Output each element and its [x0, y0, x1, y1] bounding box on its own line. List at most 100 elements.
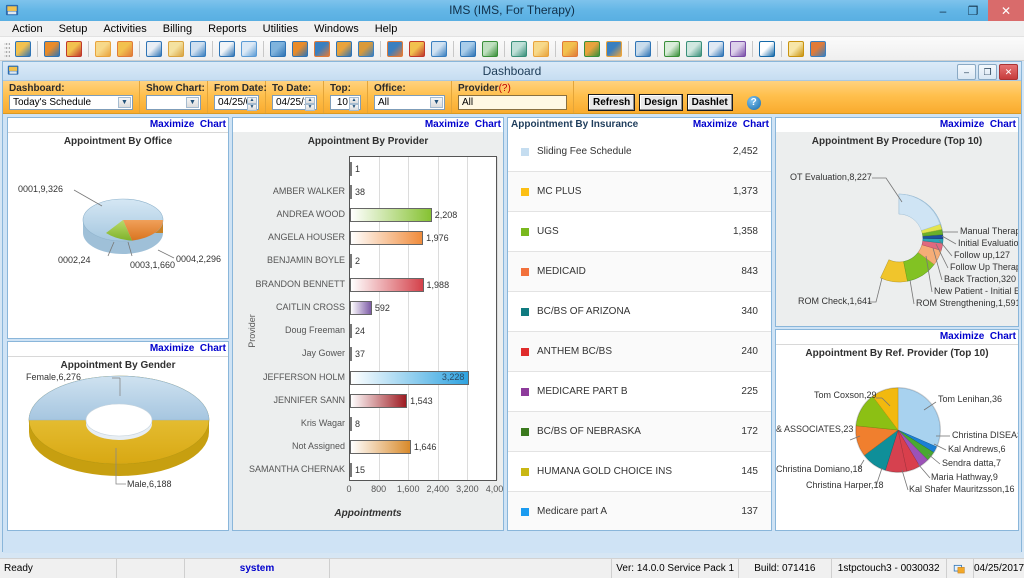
- dashboard-select[interactable]: Today's Schedule ▼: [9, 95, 133, 110]
- dollar-icon[interactable]: [268, 39, 288, 59]
- patient-add-icon[interactable]: [42, 39, 62, 59]
- bar[interactable]: [350, 300, 372, 315]
- show-chart-select[interactable]: ▼: [146, 95, 201, 110]
- from-date-input[interactable]: 04/25/08 ▲ ▼: [214, 95, 259, 111]
- bar[interactable]: [350, 208, 432, 223]
- patient-icon[interactable]: [13, 39, 33, 59]
- menu-item-action[interactable]: Action: [4, 21, 51, 37]
- dashlet-button[interactable]: Dashlet: [686, 94, 733, 111]
- bar[interactable]: [350, 463, 352, 478]
- dollar-circle-icon[interactable]: [290, 39, 310, 59]
- maximize-chart-link-gender[interactable]: Maximize Chart: [150, 342, 226, 356]
- help-icon[interactable]: ?: [746, 95, 761, 110]
- insurance-row[interactable]: Medicare part A 137: [508, 492, 771, 530]
- bar-row[interactable]: 8: [350, 416, 360, 431]
- to-date-stepper[interactable]: ▲ ▼: [305, 97, 315, 111]
- prescription-icon[interactable]: [217, 39, 237, 59]
- globe-sync-icon[interactable]: [509, 39, 529, 59]
- chart-link[interactable]: Chart: [990, 331, 1016, 342]
- exit-icon[interactable]: [808, 39, 828, 59]
- claims-icon[interactable]: [356, 39, 376, 59]
- bar[interactable]: 3,228: [350, 370, 470, 385]
- menu-item-reports[interactable]: Reports: [200, 21, 255, 37]
- bar[interactable]: [350, 416, 352, 431]
- maximize-link[interactable]: Maximize: [150, 343, 194, 354]
- insurance-row[interactable]: Sliding Fee Schedule 2,452: [508, 132, 771, 172]
- from-date-stepper[interactable]: ▲ ▼: [247, 97, 257, 111]
- clipboard-icon[interactable]: [144, 39, 164, 59]
- maximize-chart-link-procedure[interactable]: Maximize Chart: [940, 118, 1016, 132]
- toolbar-grip[interactable]: [4, 40, 10, 57]
- scheduler-icon[interactable]: [407, 39, 427, 59]
- ledger-icon[interactable]: [312, 39, 332, 59]
- chart-link[interactable]: Chart: [475, 119, 501, 130]
- insurance-row[interactable]: UGS 1,358: [508, 212, 771, 252]
- insurance-list[interactable]: Sliding Fee Schedule 2,452 MC PLUS 1,373 UGS…: [508, 132, 771, 530]
- menu-item-billing[interactable]: Billing: [155, 21, 200, 37]
- maximize-chart-link-ref-provider[interactable]: Maximize Chart: [940, 330, 1016, 344]
- menu-item-setup[interactable]: Setup: [51, 21, 96, 37]
- word-export-icon[interactable]: [706, 39, 726, 59]
- documents-icon[interactable]: [239, 39, 259, 59]
- chevron-down-icon[interactable]: ▼: [118, 97, 131, 108]
- tools-icon[interactable]: [728, 39, 748, 59]
- menu-item-utilities[interactable]: Utilities: [255, 21, 306, 37]
- bar-row[interactable]: 592: [350, 300, 390, 315]
- insurance-row[interactable]: MC PLUS 1,373: [508, 172, 771, 212]
- menu-item-activities[interactable]: Activities: [95, 21, 154, 37]
- bar-row[interactable]: 1,988: [350, 277, 449, 292]
- dashboard-minimize-button[interactable]: –: [957, 64, 976, 80]
- bar-row[interactable]: 24: [350, 324, 365, 339]
- chart-link[interactable]: Chart: [200, 343, 226, 354]
- dashboard-close-button[interactable]: ✕: [999, 64, 1018, 80]
- edit-note-icon[interactable]: [115, 39, 135, 59]
- close-button[interactable]: ✕: [988, 0, 1024, 21]
- menu-item-windows[interactable]: Windows: [306, 21, 367, 37]
- calendar-icon[interactable]: [385, 39, 405, 59]
- chart-link[interactable]: Chart: [990, 119, 1016, 130]
- bar-row[interactable]: 2,208: [350, 208, 457, 223]
- bar[interactable]: [350, 440, 411, 455]
- lock-icon[interactable]: [786, 39, 806, 59]
- bar-row[interactable]: 3,228: [350, 370, 470, 385]
- bar[interactable]: [350, 184, 352, 199]
- maximize-button[interactable]: ❐: [958, 0, 988, 21]
- bar[interactable]: [350, 324, 352, 339]
- chart-window-icon[interactable]: [531, 39, 551, 59]
- office-select[interactable]: All ▼: [374, 95, 445, 110]
- chevron-down-icon[interactable]: ▼: [430, 97, 443, 108]
- exchange-icon[interactable]: [684, 39, 704, 59]
- globe-icon[interactable]: [480, 39, 500, 59]
- bar[interactable]: [350, 161, 352, 176]
- bar[interactable]: [350, 231, 424, 246]
- help-icon[interactable]: [757, 39, 777, 59]
- tray-icon[interactable]: [947, 559, 974, 578]
- menu-item-help[interactable]: Help: [367, 21, 406, 37]
- bar-row[interactable]: 1,976: [350, 231, 449, 246]
- maximize-link[interactable]: Maximize: [940, 331, 984, 342]
- bar[interactable]: [350, 347, 352, 362]
- patient-check-icon[interactable]: [64, 39, 84, 59]
- provider-input[interactable]: All: [458, 95, 567, 110]
- back-arrow-icon[interactable]: [458, 39, 478, 59]
- insurance-row[interactable]: MEDICAID 843: [508, 252, 771, 292]
- chevron-down-icon[interactable]: ▼: [186, 97, 199, 108]
- bar-row[interactable]: 15: [350, 463, 365, 478]
- insurance-row[interactable]: BC/BS OF ARIZONA 340: [508, 292, 771, 332]
- bar-row[interactable]: 38: [350, 184, 365, 199]
- bar-row[interactable]: 1,543: [350, 393, 433, 408]
- alpha-icon[interactable]: [429, 39, 449, 59]
- bar[interactable]: [350, 254, 352, 269]
- maximize-link[interactable]: Maximize: [940, 119, 984, 130]
- lab-flask-icon[interactable]: [166, 39, 186, 59]
- maximize-link[interactable]: Maximize: [150, 119, 194, 130]
- dashboard-maximize-button[interactable]: ❐: [978, 64, 997, 80]
- bar-row[interactable]: 1,646: [350, 440, 436, 455]
- bar-row[interactable]: 1: [350, 161, 360, 176]
- insurance-row[interactable]: HUMANA GOLD CHOICE INS 145: [508, 452, 771, 492]
- bar[interactable]: [350, 393, 408, 408]
- bar[interactable]: [350, 277, 424, 292]
- bar-row[interactable]: 2: [350, 254, 360, 269]
- refresh-icon[interactable]: [662, 39, 682, 59]
- design-button[interactable]: Design: [639, 94, 683, 111]
